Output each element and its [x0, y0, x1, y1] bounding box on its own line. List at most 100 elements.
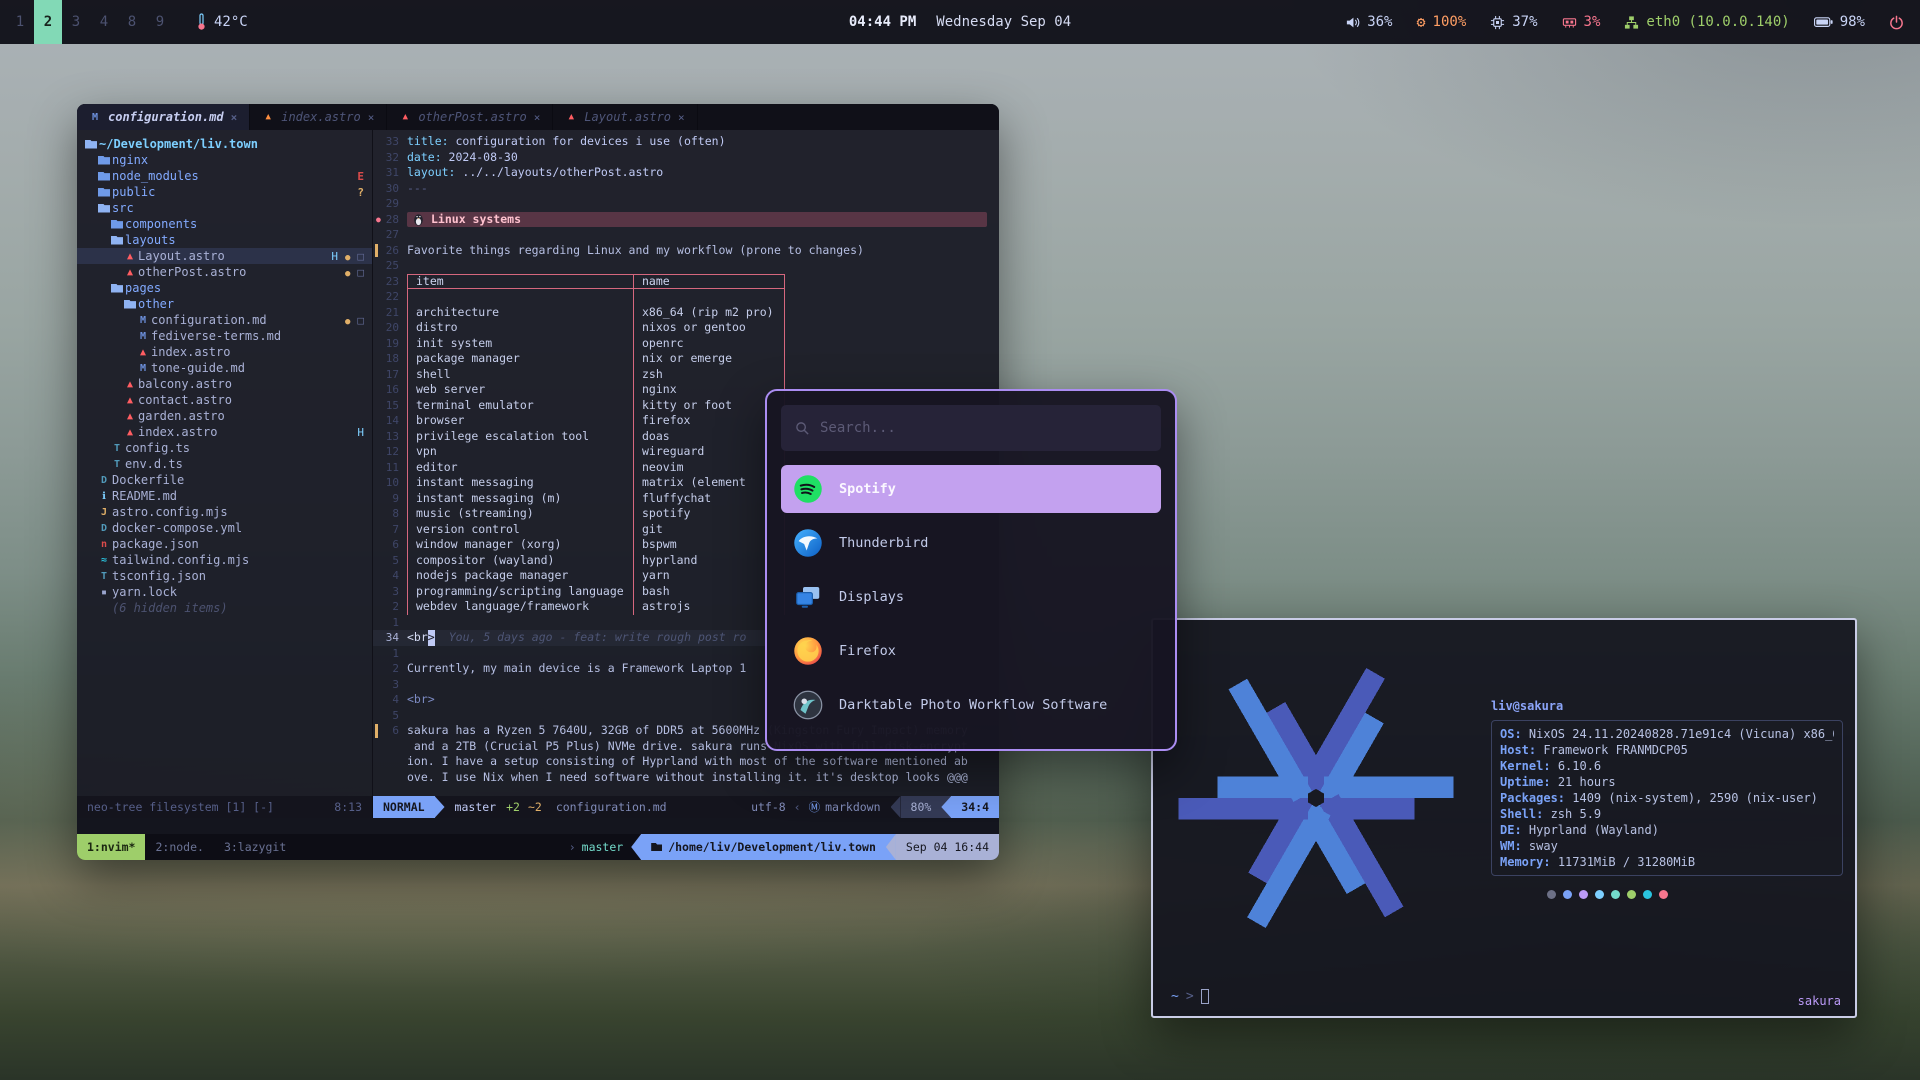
tree-item[interactable]: index.astro: [77, 424, 372, 440]
table-cell-name: astrojs: [633, 599, 785, 615]
tree-item[interactable]: balcony.astro: [77, 376, 372, 392]
volume-module[interactable]: 36%: [1345, 14, 1392, 30]
launcher-item-firefox[interactable]: Firefox: [781, 627, 1161, 675]
launcher-item-spotify[interactable]: Spotify: [781, 465, 1161, 513]
tree-item[interactable]: other: [77, 296, 372, 312]
tree-item[interactable]: (6 hidden items): [77, 600, 372, 616]
file-name: garden.astro: [138, 409, 225, 423]
window-badge: [357, 314, 364, 327]
tree-item[interactable]: nginx: [77, 152, 372, 168]
clock: 04:44 PM Wednesday Sep 04: [849, 14, 1071, 30]
close-icon[interactable]: ×: [368, 111, 375, 124]
spotify-icon: [793, 474, 823, 504]
workspace-button[interactable]: 3: [62, 0, 90, 44]
tree-item[interactable]: config.ts: [77, 440, 372, 456]
tree-item[interactable]: package.json: [77, 536, 372, 552]
brightness-value: 100%: [1433, 14, 1467, 30]
command-line[interactable]: [77, 818, 999, 834]
git-blame-text: You, 5 days ago - feat: write rough post…: [435, 630, 747, 646]
diagnostic-badge: E: [357, 170, 364, 183]
table-cell-name: kitty or foot: [633, 398, 785, 414]
tree-item[interactable]: index.astro: [77, 344, 372, 360]
tmux-window[interactable]: 2:node.: [145, 834, 213, 860]
file-icon: [122, 427, 138, 438]
tab-index-astro[interactable]: index.astro ×: [250, 104, 387, 130]
workspace-button[interactable]: 2: [34, 0, 62, 44]
table-cell-name: matrix (element: [633, 475, 785, 491]
tab-otherpost-astro[interactable]: otherPost.astro ×: [387, 104, 553, 130]
tree-item[interactable]: contact.astro: [77, 392, 372, 408]
tree-item[interactable]: src: [77, 200, 372, 216]
tab-configuration-md[interactable]: configuration.md ×: [77, 104, 250, 130]
tree-item[interactable]: docker-compose.yml: [77, 520, 372, 536]
workspace-button[interactable]: 4: [90, 0, 118, 44]
tree-item[interactable]: tone-guide.md: [77, 360, 372, 376]
editor-line: ion. I have a setup consisting of Hyprla…: [373, 754, 999, 770]
tab-label: otherPost.astro: [418, 110, 526, 124]
brightness-module[interactable]: ⚙ 100%: [1417, 14, 1467, 30]
file-icon: [135, 347, 151, 358]
shell-prompt[interactable]: ~ >: [1171, 989, 1209, 1004]
file-name: Layout.astro: [138, 249, 225, 263]
file-name: public: [112, 185, 155, 199]
file-icon: [96, 507, 112, 518]
tree-item[interactable]: yarn.lock: [77, 584, 372, 600]
power-button[interactable]: [1889, 15, 1904, 30]
status-bar: 1 2 3 4 8 9 42°C 04:44 PM Wednesday Sep …: [0, 0, 1920, 44]
cpu-module[interactable]: 37%: [1490, 14, 1537, 30]
search-bar[interactable]: Search...: [781, 405, 1161, 451]
window-badge: [357, 250, 364, 263]
tree-item[interactable]: ~/Development/liv.town: [77, 136, 372, 152]
tmux-window[interactable]: 1:nvim*: [77, 834, 145, 860]
clock-date: Wednesday Sep 04: [936, 14, 1071, 30]
tmux-window[interactable]: 3:lazygit: [214, 834, 296, 860]
tree-item[interactable]: components: [77, 216, 372, 232]
tree-item[interactable]: layouts: [77, 232, 372, 248]
tree-item[interactable]: astro.config.mjs: [77, 504, 372, 520]
file-icon: [135, 315, 151, 326]
tab-layout-astro[interactable]: Layout.astro ×: [553, 104, 697, 130]
tree-item[interactable]: Layout.astro: [77, 248, 372, 264]
launcher-item-thunderbird[interactable]: Thunderbird: [781, 519, 1161, 567]
file-name: tailwind.config.mjs: [112, 553, 249, 567]
tree-item[interactable]: fediverse-terms.md: [77, 328, 372, 344]
memory-module[interactable]: 3%: [1562, 14, 1601, 30]
close-icon[interactable]: ×: [534, 111, 541, 124]
table-cell-item: browser: [407, 413, 633, 429]
file-icon: [96, 475, 112, 486]
diff-modified: ~2: [528, 800, 542, 814]
tree-item[interactable]: Dockerfile: [77, 472, 372, 488]
battery-module[interactable]: 98%: [1814, 14, 1865, 30]
diff-added: +2: [506, 800, 520, 814]
editor-line: 25: [373, 258, 999, 274]
network-module[interactable]: eth0 (10.0.0.140): [1624, 14, 1789, 30]
fetch-row: OSNixOS 24.11.20240828.71e91c4 (Vicuna) …: [1500, 726, 1834, 742]
launcher-item-darktable[interactable]: Darktable Photo Workflow Software: [781, 681, 1161, 729]
tree-item[interactable]: tailwind.config.mjs: [77, 552, 372, 568]
fetch-user: liv@sakura: [1491, 698, 1843, 714]
workspace-button[interactable]: 9: [146, 0, 174, 44]
tree-item[interactable]: README.md: [77, 488, 372, 504]
file-name: docker-compose.yml: [112, 521, 242, 535]
table-cell-name: firefox: [633, 413, 785, 429]
table-cell-item: programming/scripting language: [407, 584, 633, 600]
tree-item[interactable]: node_modules E: [77, 168, 372, 184]
close-icon[interactable]: ×: [678, 111, 685, 124]
temperature-module[interactable]: 42°C: [196, 13, 248, 31]
workspace-button[interactable]: 1: [6, 0, 34, 44]
tree-item[interactable]: public ?: [77, 184, 372, 200]
file-name: components: [125, 217, 197, 231]
tree-item[interactable]: configuration.md: [77, 312, 372, 328]
launcher-item-displays[interactable]: Displays: [781, 573, 1161, 621]
tree-item[interactable]: otherPost.astro: [77, 264, 372, 280]
tree-item[interactable]: garden.astro: [77, 408, 372, 424]
table-cell-item: shell: [407, 367, 633, 383]
file-icon: [83, 140, 99, 149]
table-cell-name: git: [633, 522, 785, 538]
close-icon[interactable]: ×: [231, 111, 238, 124]
workspace-button[interactable]: 8: [118, 0, 146, 44]
tree-item[interactable]: tsconfig.json: [77, 568, 372, 584]
tree-item[interactable]: env.d.ts: [77, 456, 372, 472]
tree-item[interactable]: pages: [77, 280, 372, 296]
filetype: Ⓜmarkdown: [809, 799, 881, 815]
